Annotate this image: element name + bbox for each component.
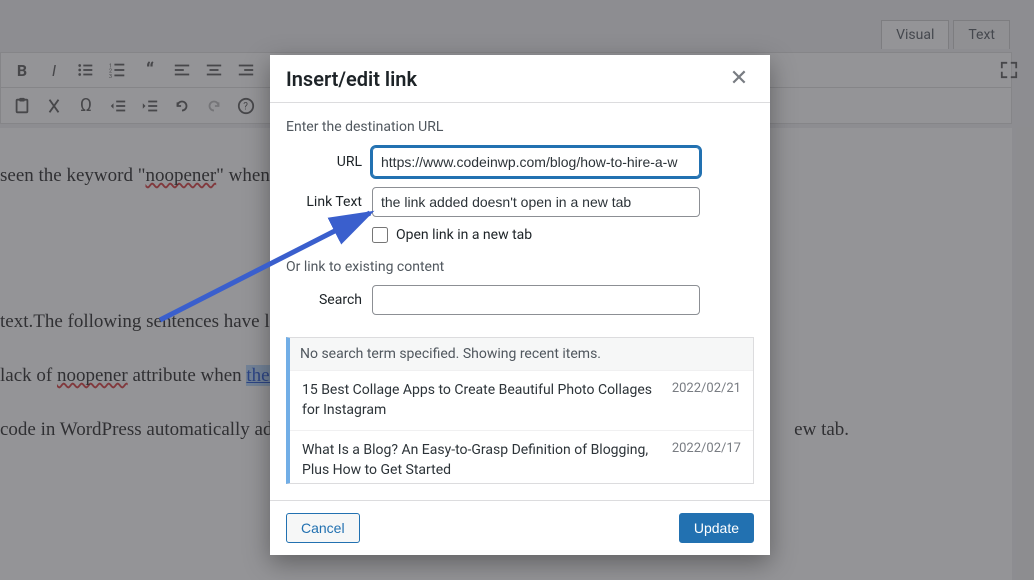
modal-footer: Cancel Update xyxy=(270,500,770,555)
or-link-existing-label: Or link to existing content xyxy=(286,259,754,275)
tab-visual[interactable]: Visual xyxy=(881,20,949,49)
blockquote-button[interactable]: “ xyxy=(135,55,165,85)
indent-button[interactable] xyxy=(135,91,165,121)
url-label: URL xyxy=(286,154,362,170)
content-text: lack of xyxy=(0,365,57,386)
distraction-free-button[interactable] xyxy=(994,55,1024,85)
instruction-text: Enter the destination URL xyxy=(286,119,754,135)
bullet-list-button[interactable] xyxy=(71,55,101,85)
result-date: 2022/02/21 xyxy=(672,381,741,420)
align-center-button[interactable] xyxy=(199,55,229,85)
search-label: Search xyxy=(286,292,362,308)
svg-text:3: 3 xyxy=(109,74,112,79)
results-header: No search term specified. Showing recent… xyxy=(290,338,753,370)
clear-formatting-button[interactable] xyxy=(39,91,69,121)
svg-text:?: ? xyxy=(243,101,248,112)
undo-button[interactable] xyxy=(167,91,197,121)
outdent-button[interactable] xyxy=(103,91,133,121)
modal-header: Insert/edit link ✕ xyxy=(270,55,770,103)
content-text: ew tab. xyxy=(794,419,849,440)
open-new-tab-label: Open link in a new tab xyxy=(396,227,532,243)
help-button[interactable]: ? xyxy=(231,91,261,121)
content-text: seen the keyword " xyxy=(0,165,145,186)
search-input[interactable] xyxy=(372,285,700,315)
close-button[interactable]: ✕ xyxy=(724,64,754,94)
result-title: 15 Best Collage Apps to Create Beautiful… xyxy=(302,381,662,420)
update-button[interactable]: Update xyxy=(679,513,754,543)
open-new-tab-checkbox[interactable] xyxy=(372,227,388,243)
content-text: noopener xyxy=(145,165,216,186)
modal-title: Insert/edit link xyxy=(286,67,417,91)
editor-mode-tabs: Visual Text xyxy=(881,20,1010,49)
redo-button[interactable] xyxy=(199,91,229,121)
insert-link-modal: Insert/edit link ✕ Enter the destination… xyxy=(270,55,770,555)
linktext-input[interactable] xyxy=(372,187,700,217)
url-input[interactable] xyxy=(372,147,700,177)
content-text: noopener xyxy=(57,365,128,386)
align-left-button[interactable] xyxy=(167,55,197,85)
cancel-button[interactable]: Cancel xyxy=(286,513,360,543)
tab-text[interactable]: Text xyxy=(953,20,1010,49)
paste-button[interactable] xyxy=(7,91,37,121)
align-right-button[interactable] xyxy=(231,55,261,85)
search-results: No search term specified. Showing recent… xyxy=(286,337,754,484)
content-text: text.The following sentences have links xyxy=(0,311,301,332)
result-date: 2022/02/17 xyxy=(672,441,741,480)
result-item[interactable]: 15 Best Collage Apps to Create Beautiful… xyxy=(290,370,753,430)
bold-button[interactable]: B xyxy=(7,55,37,85)
numbered-list-button[interactable]: 123 xyxy=(103,55,133,85)
close-icon: ✕ xyxy=(730,66,748,91)
result-item[interactable]: What Is a Blog? An Easy-to-Grasp Definit… xyxy=(290,430,753,484)
content-text: code in WordPress automatically adjus xyxy=(0,419,295,440)
special-char-button[interactable]: Ω xyxy=(71,91,101,121)
result-title: What Is a Blog? An Easy-to-Grasp Definit… xyxy=(302,441,662,480)
italic-button[interactable]: I xyxy=(39,55,69,85)
linktext-label: Link Text xyxy=(286,194,362,210)
content-text: attribute when xyxy=(128,365,247,386)
